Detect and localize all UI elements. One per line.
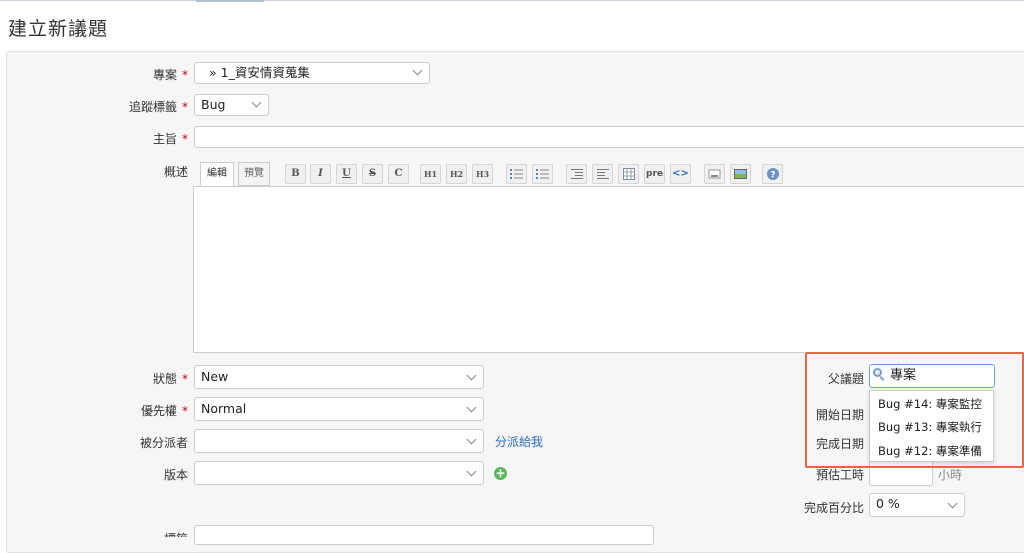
- underline-button[interactable]: U: [336, 164, 357, 184]
- chevron-down-icon: [466, 434, 477, 445]
- done-ratio-select[interactable]: 0 %: [869, 493, 965, 517]
- assignee-select[interactable]: [194, 429, 484, 453]
- project-label: 專案 *: [152, 68, 188, 82]
- code-inline-button[interactable]: C: [388, 164, 409, 184]
- bulleted-list-icon[interactable]: [506, 164, 527, 184]
- description-editor[interactable]: [193, 186, 1024, 353]
- tracker-label: 追蹤標籤 *: [128, 100, 188, 114]
- table-icon[interactable]: [618, 164, 639, 184]
- chevron-down-icon: [947, 498, 958, 509]
- h2-button[interactable]: H2: [446, 164, 467, 184]
- h3-button[interactable]: H3: [472, 164, 493, 184]
- highlight-box: [805, 352, 1024, 468]
- pre-button[interactable]: pre: [644, 164, 665, 184]
- chevron-down-icon: [466, 402, 477, 413]
- link-icon[interactable]: [704, 164, 725, 184]
- status-label: 狀態 *: [152, 372, 188, 386]
- svg-text:?: ?: [770, 171, 775, 181]
- code-block-icon[interactable]: <>: [670, 164, 691, 184]
- help-icon[interactable]: ?: [762, 164, 783, 184]
- strike-button[interactable]: S: [362, 164, 383, 184]
- priority-select[interactable]: Normal: [194, 397, 484, 421]
- indent-right-icon[interactable]: [592, 164, 613, 184]
- version-select[interactable]: [194, 461, 484, 485]
- status-select[interactable]: New: [194, 365, 484, 389]
- add-version-icon[interactable]: +: [494, 467, 507, 480]
- tab-preview[interactable]: 預覽: [238, 162, 270, 186]
- chevron-down-icon: [251, 97, 262, 108]
- assign-to-me-link[interactable]: 分派給我: [495, 433, 543, 450]
- numbered-list-icon[interactable]: [532, 164, 553, 184]
- done-ratio-label: 完成百分比: [803, 501, 864, 515]
- subject-input[interactable]: [194, 126, 1024, 148]
- h1-button[interactable]: H1: [420, 164, 441, 184]
- estimated-hours-label: 預估工時: [815, 468, 864, 482]
- top-border: [0, 0, 1024, 2]
- partial-field-input[interactable]: [194, 525, 654, 545]
- italic-button[interactable]: I: [310, 164, 331, 184]
- hours-unit: 小時: [938, 468, 963, 482]
- priority-label: 優先權 *: [140, 404, 188, 418]
- tracker-select[interactable]: Bug: [194, 94, 269, 116]
- partial-field-label: 標籤: [100, 530, 188, 537]
- tab-edit[interactable]: 編輯: [200, 162, 234, 186]
- chevron-down-icon: [466, 370, 477, 381]
- version-label: 版本: [163, 468, 188, 482]
- bold-button[interactable]: B: [285, 164, 306, 184]
- subject-label: 主旨 *: [152, 132, 188, 146]
- chevron-down-icon: [466, 466, 477, 477]
- indent-left-icon[interactable]: [566, 164, 587, 184]
- description-label: 概述: [163, 165, 188, 179]
- project-select[interactable]: » 1_資安情資蒐集: [194, 62, 430, 84]
- page-title: 建立新議題: [8, 18, 109, 40]
- assignee-label: 被分派者: [139, 436, 188, 450]
- chevron-down-icon: [412, 65, 423, 76]
- image-icon[interactable]: [730, 164, 751, 184]
